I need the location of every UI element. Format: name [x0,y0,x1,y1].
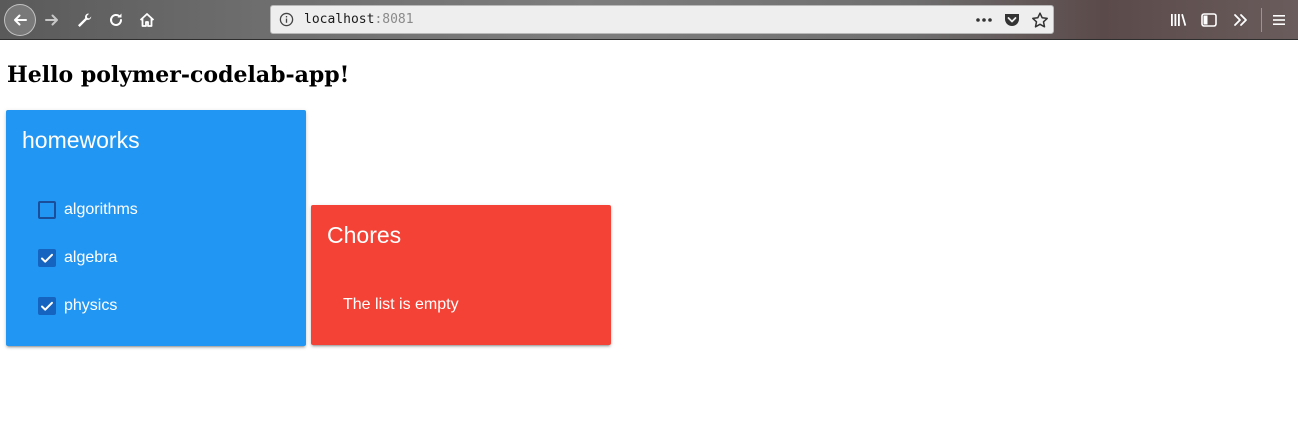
home-icon [139,13,155,27]
library-icon [1171,13,1187,26]
todo-item[interactable]: physics [38,296,117,316]
overflow-button[interactable] [1226,6,1254,34]
todo-card-homeworks: homeworks algorithms algebra physics [6,110,306,346]
wrench-icon [78,13,92,27]
reload-icon [110,13,122,26]
todo-label: algorithms [64,201,138,218]
star-icon[interactable] [1031,12,1049,28]
library-button[interactable] [1164,6,1192,34]
page-title: Hello polymer-codelab-app! [7,62,350,88]
todo-label: physics [64,297,118,314]
forward-arrow-icon [45,14,58,26]
more-dots-icon[interactable] [975,12,993,28]
url-host: localhost [304,12,375,27]
todo-label: algebra [64,249,118,266]
todo-item[interactable]: algebra [38,248,117,268]
toolbar-separator [1261,8,1262,32]
empty-list-message: The list is empty [343,296,459,313]
checkbox-checked[interactable] [38,249,56,267]
card-title: Chores [327,222,402,248]
url-port: :8081 [374,12,414,27]
browser-toolbar: localhost:8081 [0,0,1298,40]
checkmark-icon [41,253,53,263]
checkbox-checked[interactable] [38,297,56,315]
back-button[interactable] [4,4,36,36]
url-bar[interactable]: localhost:8081 [270,5,1054,34]
sidebar-icon [1201,13,1217,27]
pocket-icon[interactable] [1003,12,1021,28]
home-button[interactable] [133,6,161,34]
checkbox-unchecked[interactable] [38,201,56,219]
double-chevron-icon [1234,14,1247,26]
tools-button[interactable] [70,6,98,34]
card-title: homeworks [22,127,140,153]
menu-button[interactable] [1265,6,1293,34]
checkmark-icon [41,301,53,311]
back-arrow-icon [14,14,27,26]
info-icon[interactable] [279,12,294,27]
forward-button[interactable] [38,6,66,34]
url-text[interactable]: localhost:8081 [304,11,414,28]
todo-card-chores: Chores The list is empty [311,205,611,345]
reload-button[interactable] [102,6,130,34]
hamburger-menu-icon [1273,15,1285,25]
todo-item[interactable]: algorithms [38,200,138,220]
sidebar-button[interactable] [1195,6,1223,34]
